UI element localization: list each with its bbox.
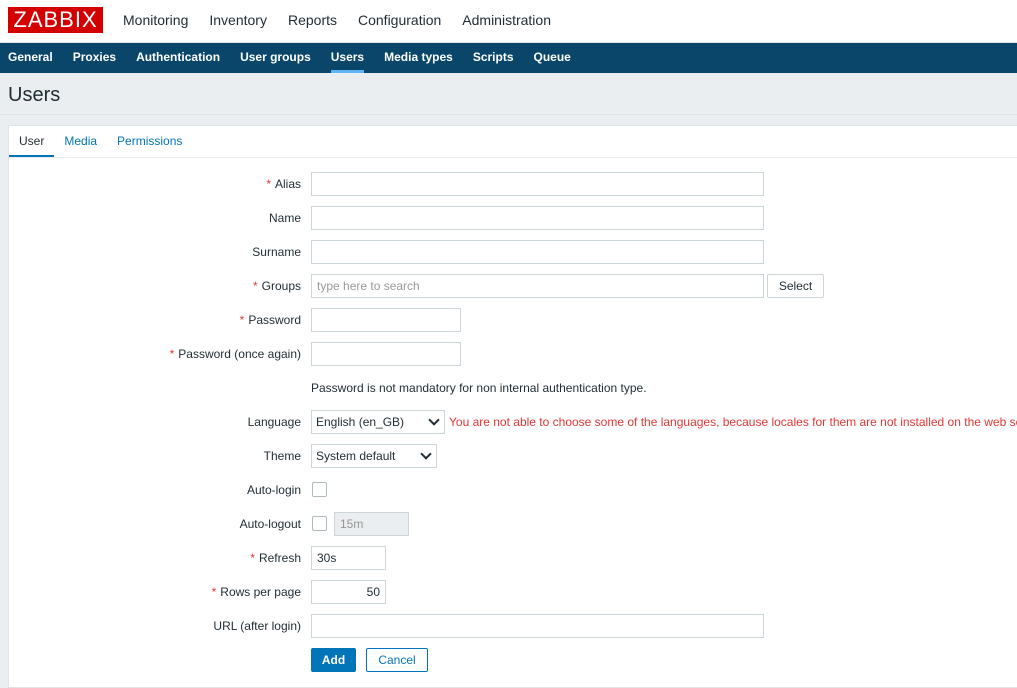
top-menu-inventory[interactable]: Inventory xyxy=(209,0,267,43)
rows-per-page-label: * Rows per page xyxy=(211,585,301,599)
url-label: URL (after login) xyxy=(213,619,301,633)
sub-menu: General Proxies Authentication User grou… xyxy=(0,43,1017,73)
theme-label: Theme xyxy=(263,449,301,463)
autologin-checkbox[interactable] xyxy=(312,482,327,497)
top-menu-reports[interactable]: Reports xyxy=(288,0,337,43)
page-title: Users xyxy=(8,84,61,106)
zabbix-logo[interactable]: ZABBIX xyxy=(8,7,103,33)
top-menu-configuration[interactable]: Configuration xyxy=(358,0,441,43)
language-warning: You are not able to choose some of the l… xyxy=(449,415,1017,429)
autologin-label: Auto-login xyxy=(246,483,301,497)
sub-menu-proxies[interactable]: Proxies xyxy=(65,43,124,73)
password-hint: Password is not mandatory for non intern… xyxy=(311,381,647,395)
password-label: * Password xyxy=(239,313,301,327)
form-tabs: User Media Permissions xyxy=(9,126,192,158)
alias-label: * Alias xyxy=(266,177,301,191)
chevron-down-icon xyxy=(428,414,440,426)
url-input[interactable] xyxy=(311,614,764,638)
rows-per-page-input[interactable]: 50 xyxy=(311,580,386,604)
sub-menu-general[interactable]: General xyxy=(0,43,61,73)
tab-user[interactable]: User xyxy=(9,126,55,158)
sub-menu-scripts[interactable]: Scripts xyxy=(465,43,522,73)
language-label: Language xyxy=(247,415,301,429)
autologout-checkbox[interactable] xyxy=(312,516,327,531)
surname-label: Surname xyxy=(252,245,301,259)
autologout-label: Auto-logout xyxy=(239,517,301,531)
tab-media[interactable]: Media xyxy=(54,126,107,157)
top-menu-administration[interactable]: Administration xyxy=(462,0,551,43)
theme-select[interactable]: System default xyxy=(311,444,437,468)
name-label: Name xyxy=(268,211,301,225)
name-input[interactable] xyxy=(311,206,764,230)
cancel-button[interactable]: Cancel xyxy=(366,648,428,672)
password-input[interactable] xyxy=(311,308,461,332)
theme-select-value: System default xyxy=(316,449,396,463)
alias-input[interactable] xyxy=(311,172,764,196)
autologout-input: 15m xyxy=(334,512,409,536)
sub-menu-user-groups[interactable]: User groups xyxy=(232,43,319,73)
top-menu: Monitoring Inventory Reports Configurati… xyxy=(123,0,572,43)
tab-permissions[interactable]: Permissions xyxy=(107,126,192,157)
refresh-label: * Refresh xyxy=(250,551,301,565)
surname-input[interactable] xyxy=(311,240,764,264)
sub-menu-queue[interactable]: Queue xyxy=(526,43,579,73)
sub-menu-media-types[interactable]: Media types xyxy=(376,43,461,73)
tabs-divider xyxy=(9,157,1017,158)
password-again-input[interactable] xyxy=(311,342,461,366)
groups-label: * Groups xyxy=(252,279,301,293)
groups-select-button[interactable]: Select xyxy=(767,274,824,298)
header-divider xyxy=(0,114,1017,115)
add-button[interactable]: Add xyxy=(311,648,356,672)
password-again-label: * Password (once again) xyxy=(169,347,301,361)
top-bar: ZABBIX Monitoring Inventory Reports Conf… xyxy=(0,0,1017,43)
refresh-input[interactable]: 30s xyxy=(311,546,386,570)
groups-search-input[interactable]: type here to search xyxy=(311,274,764,298)
sub-menu-users[interactable]: Users xyxy=(323,43,372,73)
sub-menu-authentication[interactable]: Authentication xyxy=(128,43,228,73)
top-menu-monitoring[interactable]: Monitoring xyxy=(123,0,188,43)
chevron-down-icon xyxy=(420,448,432,460)
language-select[interactable]: English (en_GB) xyxy=(311,410,445,434)
language-select-value: English (en_GB) xyxy=(316,415,405,429)
